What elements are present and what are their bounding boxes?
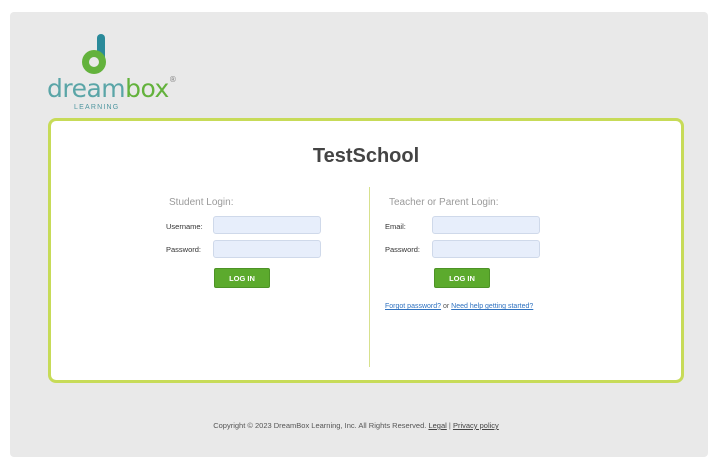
student-username-input[interactable] bbox=[213, 216, 321, 234]
teacher-login-title: Teacher or Parent Login: bbox=[389, 197, 499, 208]
student-username-label: Username: bbox=[166, 222, 203, 231]
footer-separator: | bbox=[448, 421, 451, 430]
need-help-link[interactable]: Need help getting started? bbox=[451, 303, 533, 310]
privacy-policy-link[interactable]: Privacy policy bbox=[453, 421, 499, 430]
copyright-text: Copyright © 2023 DreamBox Learning, Inc.… bbox=[213, 421, 427, 430]
help-or-text: or bbox=[442, 303, 450, 310]
dreambox-d-icon bbox=[82, 34, 106, 74]
logo-subtitle: LEARNING bbox=[74, 104, 120, 111]
teacher-password-label: Password: bbox=[385, 245, 421, 254]
help-links: Forgot password? or Need help getting st… bbox=[385, 303, 533, 310]
teacher-login-button[interactable]: LOG IN bbox=[434, 268, 490, 288]
teacher-email-input[interactable] bbox=[432, 216, 540, 234]
teacher-password-input[interactable] bbox=[432, 240, 540, 258]
student-password-input[interactable] bbox=[213, 240, 321, 258]
logo-wordmark: dreambox® bbox=[47, 74, 177, 103]
dreambox-logo[interactable]: dreambox® LEARNING bbox=[47, 32, 177, 112]
legal-link[interactable]: Legal bbox=[428, 421, 446, 430]
footer: Copyright © 2023 DreamBox Learning, Inc.… bbox=[0, 421, 712, 430]
student-login-title: Student Login: bbox=[169, 197, 234, 208]
school-name: TestSchool bbox=[312, 145, 420, 167]
login-card: TestSchool Student Login: Username: Pass… bbox=[48, 118, 684, 383]
student-password-label: Password: bbox=[166, 245, 202, 254]
forgot-password-link[interactable]: Forgot password? bbox=[385, 303, 441, 310]
section-divider bbox=[369, 187, 370, 367]
teacher-email-label: Email: bbox=[385, 222, 406, 231]
student-login-button[interactable]: LOG IN bbox=[214, 268, 270, 288]
